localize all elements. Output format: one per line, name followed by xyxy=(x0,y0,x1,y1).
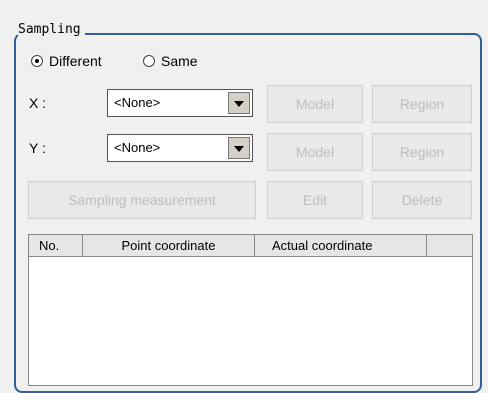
y-combo[interactable]: <None> xyxy=(107,134,253,162)
radio-same-label: Same xyxy=(161,53,198,69)
table-header: No. Point coordinate Actual coordinate xyxy=(29,235,472,257)
chevron-down-icon[interactable] xyxy=(228,137,250,159)
x-region-button[interactable]: Region xyxy=(372,85,472,123)
delete-button[interactable]: Delete xyxy=(372,181,472,219)
edit-button[interactable]: Edit xyxy=(267,181,363,219)
radio-different-label: Different xyxy=(49,53,102,69)
y-label: Y : xyxy=(29,140,46,156)
radio-selected-icon xyxy=(31,55,43,67)
x-combo[interactable]: <None> xyxy=(107,89,253,117)
column-header-actual-coordinate[interactable]: Actual coordinate xyxy=(255,235,427,257)
y-combo-value: <None> xyxy=(114,140,161,155)
coordinate-table[interactable]: No. Point coordinate Actual coordinate xyxy=(28,234,473,386)
x-label: X : xyxy=(29,95,47,111)
x-model-button[interactable]: Model xyxy=(267,85,363,123)
x-combo-value: <None> xyxy=(114,95,161,110)
radio-different[interactable]: Different xyxy=(31,53,102,69)
column-header-point-coordinate[interactable]: Point coordinate xyxy=(83,235,255,257)
radio-same[interactable]: Same xyxy=(143,53,198,69)
sampling-measurement-button[interactable]: Sampling measurement xyxy=(28,181,256,219)
y-model-button[interactable]: Model xyxy=(267,133,363,171)
column-header-extra[interactable] xyxy=(427,235,472,257)
radio-unselected-icon xyxy=(143,55,155,67)
chevron-down-icon[interactable] xyxy=(228,92,250,114)
column-header-no[interactable]: No. xyxy=(29,235,83,257)
y-region-button[interactable]: Region xyxy=(372,133,472,171)
sampling-group-title: Sampling xyxy=(18,22,85,37)
